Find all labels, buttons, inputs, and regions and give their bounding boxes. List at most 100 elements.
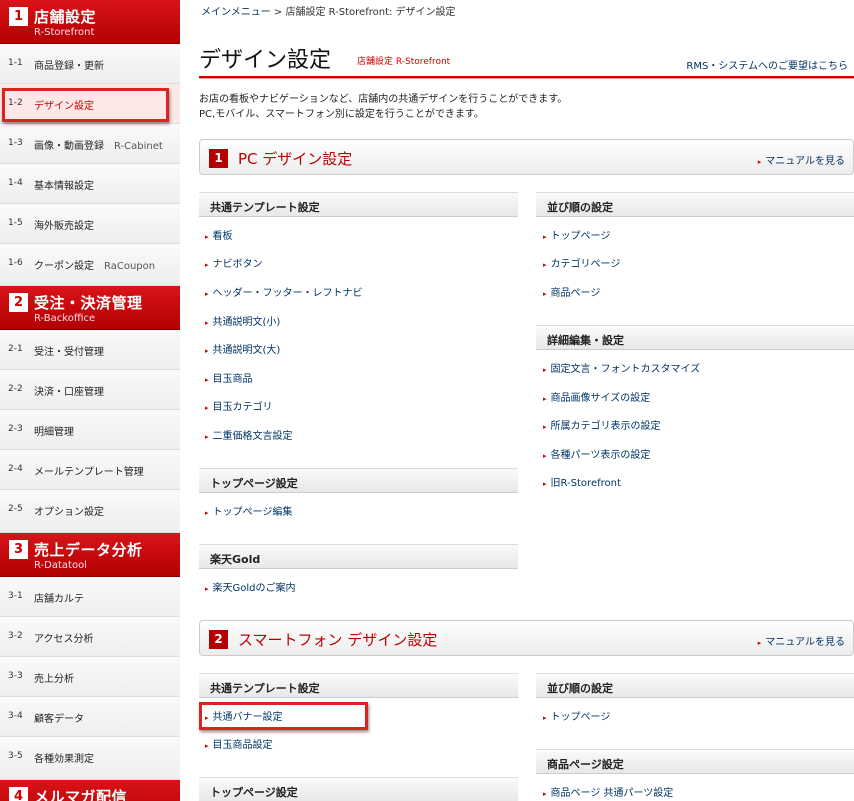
section-number: 1 [209,149,228,168]
sp-order-header: 並び順の設定 [536,673,854,698]
link-label: 目玉商品設定 [212,740,273,751]
link-label: ヘッダー・フッター・レフトナビ [212,288,363,299]
item-label: 店舗カルテ [34,594,84,605]
pc-design-section-header: 1 PC デザイン設定 ▸ マニュアルを見る [199,139,854,175]
rakuten-gold-link[interactable]: ▸ 楽天Goldのご案内 [205,579,296,594]
pc-link-header-footer-leftnav[interactable]: ▸ ヘッダー・フッター・レフトナビ [205,284,363,299]
link-label: カテゴリページ [550,259,621,270]
sp-link-common-banner[interactable]: ▸ 共通バナー設定 [205,708,283,723]
section-title: メルマガ配信 [34,788,128,801]
breadcrumb-separator: > [270,7,286,18]
item-number: 3-2 [8,631,23,641]
sidebar-item-design-settings[interactable]: 1-2 デザイン設定 [0,84,180,124]
sidebar-item-options[interactable]: 2-5 オプション設定 [0,490,180,533]
sp-link-featured-product[interactable]: ▸ 目玉商品設定 [205,736,273,751]
link-label: 固定文言・フォントカスタマイズ [550,364,701,375]
sidebar-item-customer-data[interactable]: 3-4 顧客データ [0,697,180,737]
sp-order-link-top[interactable]: ▸ トップページ [543,708,610,723]
pc-detail-link-parts-display[interactable]: ▸ 各種パーツ表示の設定 [543,446,650,461]
link-label: トップページ編集 [212,507,293,518]
sp-manual-link[interactable]: ▸ マニュアルを見る [758,633,845,648]
link-label: 看板 [212,231,233,242]
sidebar-section-storefront[interactable]: 1 店舗設定 R-Storefront [0,0,180,44]
item-number: 2-5 [8,504,23,514]
item-label: 明細管理 [34,427,74,438]
sp-product-common-parts-link[interactable]: ▸ 商品ページ 共通パーツ設定 [543,784,673,799]
arrow-icon: ▸ [543,233,547,241]
pc-manual-link[interactable]: ▸ マニュアルを見る [758,152,845,167]
section-subtitle: R-Datatool [34,560,87,571]
sidebar-item-overseas-sales[interactable]: 1-5 海外販売設定 [0,204,180,244]
section-number: 4 [9,787,28,801]
item-extra: RaCoupon [104,261,156,272]
arrow-icon: ▸ [205,376,209,384]
arrow-icon: ▸ [543,714,547,722]
item-label: 売上分析 [34,674,74,685]
link-label: トップページ [550,231,611,242]
pc-common-template-header: 共通テンプレート設定 [199,192,518,217]
sidebar-item-sales-analysis[interactable]: 3-3 売上分析 [0,657,180,697]
link-label: トップページ [550,712,611,723]
link-label: 目玉商品 [212,374,253,385]
sidebar-item-image-upload[interactable]: 1-3 画像・動画登録 R-Cabinet [0,124,180,164]
sp-design-section-header: 2 スマートフォン デザイン設定 ▸ マニュアルを見る [199,620,854,656]
item-extra: R-Cabinet [114,141,163,152]
pc-detail-link-image-size[interactable]: ▸ 商品画像サイズの設定 [543,389,650,404]
pc-detail-link-category-display[interactable]: ▸ 所属カテゴリ表示の設定 [543,417,661,432]
arrow-icon: ▸ [543,290,547,298]
pc-link-nav-button[interactable]: ▸ ナビボタン [205,255,263,270]
sidebar-item-product-registration[interactable]: 1-1 商品登録・更新 [0,44,180,84]
page-title: デザイン設定 [199,48,332,73]
section-number: 1 [9,7,28,26]
sidebar-item-mail-templates[interactable]: 2-4 メールテンプレート管理 [0,450,180,490]
pc-link-common-desc-large[interactable]: ▸ 共通説明文(大) [205,341,280,356]
pc-order-header: 並び順の設定 [536,192,854,217]
description-line: PC,モバイル、スマートフォン別に設定を行うことができます。 [199,109,484,120]
item-number: 1-1 [8,58,23,68]
pc-link-double-price[interactable]: ▸ 二重価格文言設定 [205,427,293,442]
arrow-icon: ▸ [205,290,209,298]
sidebar-item-coupon[interactable]: 1-6 クーポン設定 RaCoupon [0,244,180,286]
item-label: メールテンプレート管理 [34,467,144,478]
arrow-icon: ▸ [205,319,209,327]
sp-product-page-header: 商品ページ設定 [536,749,854,774]
link-label: 商品ページ 共通パーツ設定 [550,788,674,799]
sidebar-item-store-chart[interactable]: 3-1 店舗カルテ [0,577,180,617]
breadcrumb-current: 店舗設定 R-Storefront: デザイン設定 [285,7,456,18]
arrow-icon: ▸ [543,480,547,488]
manual-link-label: マニュアルを見る [765,156,845,167]
sidebar-item-basic-info[interactable]: 1-4 基本情報設定 [0,164,180,204]
sidebar-item-effect-measurement[interactable]: 3-5 各種効果測定 [0,737,180,780]
pc-order-link-top[interactable]: ▸ トップページ [543,227,610,242]
breadcrumb: メインメニュー > 店舗設定 R-Storefront: デザイン設定 [201,3,456,18]
pc-link-featured-category[interactable]: ▸ 目玉カテゴリ [205,398,273,413]
pc-order-link-category[interactable]: ▸ カテゴリページ [543,255,620,270]
pc-detail-link-fixed-text[interactable]: ▸ 固定文言・フォントカスタマイズ [543,360,700,375]
section-number: 3 [9,540,28,559]
arrow-icon: ▸ [205,347,209,355]
pc-link-signboard[interactable]: ▸ 看板 [205,227,233,242]
arrow-icon: ▸ [205,742,209,750]
sidebar-section-backoffice[interactable]: 2 受注・決済管理 R-Backoffice [0,286,180,330]
item-label: 商品登録・更新 [34,61,104,72]
sidebar-section-datatool[interactable]: 3 売上データ分析 R-Datatool [0,533,180,577]
sidebar-item-statements[interactable]: 2-3 明細管理 [0,410,180,450]
pc-link-featured-product[interactable]: ▸ 目玉商品 [205,370,253,385]
pc-link-common-desc-small[interactable]: ▸ 共通説明文(小) [205,313,280,328]
pc-detail-link-old-storefront[interactable]: ▸ 旧R-Storefront [543,474,621,489]
sidebar-item-orders[interactable]: 2-1 受注・受付管理 [0,330,180,370]
pc-link-top-page-edit[interactable]: ▸ トップページ編集 [205,503,292,518]
link-label: 商品ページ [550,288,601,299]
item-label: アクセス分析 [34,634,94,645]
system-request-link[interactable]: RMS・システムへのご要望はこちら [686,57,848,72]
arrow-icon: ▸ [757,639,762,647]
link-label: 共通説明文(小) [212,317,281,328]
pc-order-link-product[interactable]: ▸ 商品ページ [543,284,600,299]
sidebar-item-access-analysis[interactable]: 3-2 アクセス分析 [0,617,180,657]
sidebar-item-payments[interactable]: 2-2 決済・口座管理 [0,370,180,410]
arrow-icon: ▸ [543,790,547,798]
item-label: クーポン設定 [34,261,94,272]
breadcrumb-home-link[interactable]: メインメニュー [201,7,271,18]
item-number: 1-3 [8,138,23,148]
sidebar-section-mailmag[interactable]: 4 メルマガ配信 [0,780,180,801]
